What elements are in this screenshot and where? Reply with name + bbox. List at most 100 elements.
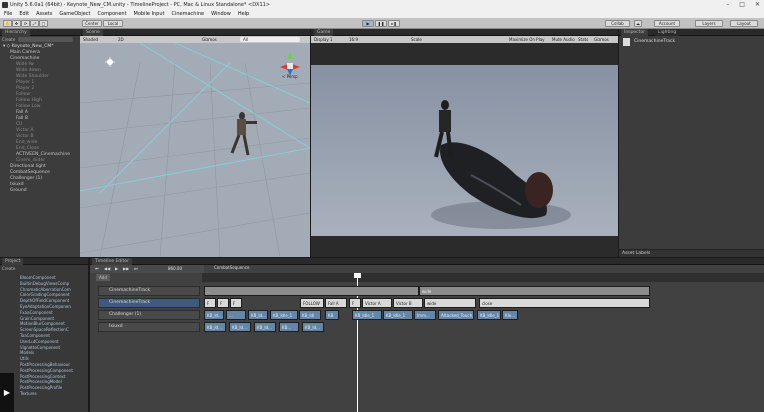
rect-tool-button[interactable]: ▢ (39, 20, 48, 27)
menu-cinemachine[interactable]: Cinemachine (171, 10, 204, 18)
playhead-handle[interactable] (354, 273, 361, 278)
step-button[interactable]: ▸❚ (388, 20, 400, 27)
tab-lighting[interactable]: Lighting (655, 29, 680, 36)
timeline-clip[interactable]: FOLLOW (300, 298, 324, 308)
timeline-clip[interactable]: Imm... (414, 310, 436, 320)
timeline-clip[interactable]: Victor B (393, 298, 423, 308)
project-item[interactable]: PostProcessingContext (20, 374, 65, 379)
timeline-clip[interactable]: KB_Id... (229, 322, 251, 332)
timeline-clip[interactable]: ... (226, 310, 246, 320)
tab-game[interactable]: Game (314, 29, 334, 36)
timeline-ruler[interactable] (202, 273, 764, 282)
timeline-clip[interactable]: KB_Id... (204, 322, 226, 332)
timeline-clip[interactable]: KB_Id... (248, 310, 268, 320)
display-dropdown[interactable]: Display 1 (314, 36, 333, 43)
timeline-clip[interactable]: KB_Id... (254, 322, 276, 332)
timeline-clip[interactable]: F (204, 298, 216, 308)
hierarchy-create-button[interactable]: Create (2, 37, 15, 42)
timeline-clip[interactable]: Victor A (362, 298, 392, 308)
scene-root-item[interactable]: ▾ ◇ Keynote_New_CM* (3, 44, 53, 49)
tab-project[interactable]: Project (2, 258, 24, 265)
timeline-clip[interactable]: wide (419, 286, 650, 296)
timeline-clip[interactable]: KB (325, 310, 339, 320)
project-item[interactable]: MotionBlurComponent (20, 321, 65, 326)
timeline-clip[interactable]: KB_Idle_1 (383, 310, 413, 320)
frame-counter[interactable]: 860.00 (168, 265, 182, 273)
maximize-on-play-toggle[interactable]: Maximize On Play (509, 36, 545, 43)
scale-tool-button[interactable]: ⤢ (30, 20, 39, 27)
track-header-2[interactable]: Challenger (1) (98, 310, 200, 320)
timeline-clip[interactable]: Kle... (502, 310, 518, 320)
scene-gizmo[interactable]: < Persp (276, 49, 304, 79)
project-item[interactable]: GrainComponent (20, 316, 54, 321)
timeline-clip[interactable]: KB_Id... (302, 322, 324, 332)
project-item[interactable]: BloomComponent (20, 275, 56, 280)
track-header-1[interactable]: CinemachineTrack (98, 298, 200, 308)
menu-mobile-input[interactable]: Mobile Input (134, 10, 165, 18)
aspect-dropdown[interactable]: 16:9 (349, 36, 358, 43)
project-item[interactable]: FxaaComponent (20, 310, 53, 315)
menu-file[interactable]: File (4, 10, 12, 18)
pivot-center-toggle[interactable]: Center (82, 20, 102, 27)
stats-toggle[interactable]: Stats (578, 36, 588, 43)
menu-gameobject[interactable]: GameObject (59, 10, 90, 18)
project-item[interactable]: PostProcessingProfile (20, 385, 62, 390)
hierarchy-item[interactable]: Ground (10, 188, 27, 194)
timeline-clip[interactable]: F (217, 298, 229, 308)
minimize-icon[interactable]: – (726, 0, 729, 10)
scene-gizmos-dropdown[interactable]: Gizmos (202, 36, 217, 43)
timeline-clip[interactable]: KB_Idle_1 (270, 310, 298, 320)
pause-button[interactable]: ❚❚ (375, 20, 387, 27)
project-item[interactable]: ScreenSpaceReflectionC (20, 327, 69, 332)
project-create-button[interactable]: Create (2, 266, 15, 271)
project-item[interactable]: TaaComponent (20, 333, 50, 338)
timeline-clip[interactable]: F (230, 298, 242, 308)
close-icon[interactable]: ✕ (755, 0, 760, 10)
track-header-3[interactable]: Ixiuxd (98, 322, 200, 332)
timeline-clip[interactable]: wide (424, 298, 476, 308)
timeline-clip[interactable]: KB_Idle_1 (477, 310, 501, 320)
tab-scene[interactable]: Scene (83, 29, 103, 36)
project-item[interactable]: PostProcessingModel (20, 379, 62, 384)
tab-inspector[interactable]: Inspector (621, 29, 648, 36)
tab-hierarchy[interactable]: Hierarchy (2, 29, 30, 36)
timeline-clip[interactable]: ... (204, 286, 419, 296)
tab-timeline-editor[interactable]: Timeline Editor (92, 258, 132, 265)
project-item[interactable]: ChromaticAberrationCom (20, 287, 71, 292)
scale-slider-label[interactable]: Scale (411, 36, 422, 43)
cloud-icon[interactable]: ☁ (634, 20, 642, 27)
layout-dropdown[interactable]: Layout (730, 20, 758, 27)
play-overlay-icon[interactable]: ▶ (0, 373, 14, 412)
account-dropdown[interactable]: Account (654, 20, 680, 27)
project-item[interactable]: PostProcessingComponent (20, 368, 73, 373)
first-frame-icon[interactable]: ⏮ (95, 265, 99, 273)
maximize-icon[interactable]: □ (739, 0, 745, 10)
timeline-clip[interactable]: F (349, 298, 361, 308)
menu-edit[interactable]: Edit (19, 10, 29, 18)
project-item[interactable]: ColorGradingComponent (20, 292, 70, 297)
game-gizmos-toggle[interactable]: Gizmos (594, 36, 609, 43)
timeline-clip[interactable]: Fall A (325, 298, 347, 308)
menu-component[interactable]: Component (98, 10, 127, 18)
project-item[interactable]: UserLutComponent (20, 339, 59, 344)
timeline-clip[interactable]: KB_Idle_1 (352, 310, 382, 320)
play-button[interactable]: ▶ (362, 20, 374, 27)
collab-button[interactable]: Collab (605, 20, 630, 27)
project-item[interactable]: Models (20, 350, 34, 355)
local-global-toggle[interactable]: Local (103, 20, 123, 27)
shading-mode-dropdown[interactable]: Shaded (83, 36, 98, 43)
next-frame-icon[interactable]: ▶▶ (123, 265, 129, 273)
timeline-clip[interactable]: KB_Idl (299, 310, 321, 320)
prev-frame-icon[interactable]: ◀◀ (104, 265, 110, 273)
last-frame-icon[interactable]: ⏭ (134, 265, 138, 273)
timeline-clip[interactable]: KB_Id... (204, 310, 224, 320)
project-item[interactable]: VignetteComponent (20, 345, 60, 350)
move-tool-button[interactable]: ✥ (12, 20, 21, 27)
project-item[interactable]: BuiltinDebugViewsComp (20, 281, 69, 286)
menu-help[interactable]: Help (238, 10, 249, 18)
mute-audio-toggle[interactable]: Mute Audio (552, 36, 575, 43)
menu-assets[interactable]: Assets (36, 10, 52, 18)
2d-toggle[interactable]: 2D (118, 36, 124, 43)
project-item[interactable]: DepthOfFieldComponent (20, 298, 69, 303)
rotate-tool-button[interactable]: ⟳ (21, 20, 30, 27)
